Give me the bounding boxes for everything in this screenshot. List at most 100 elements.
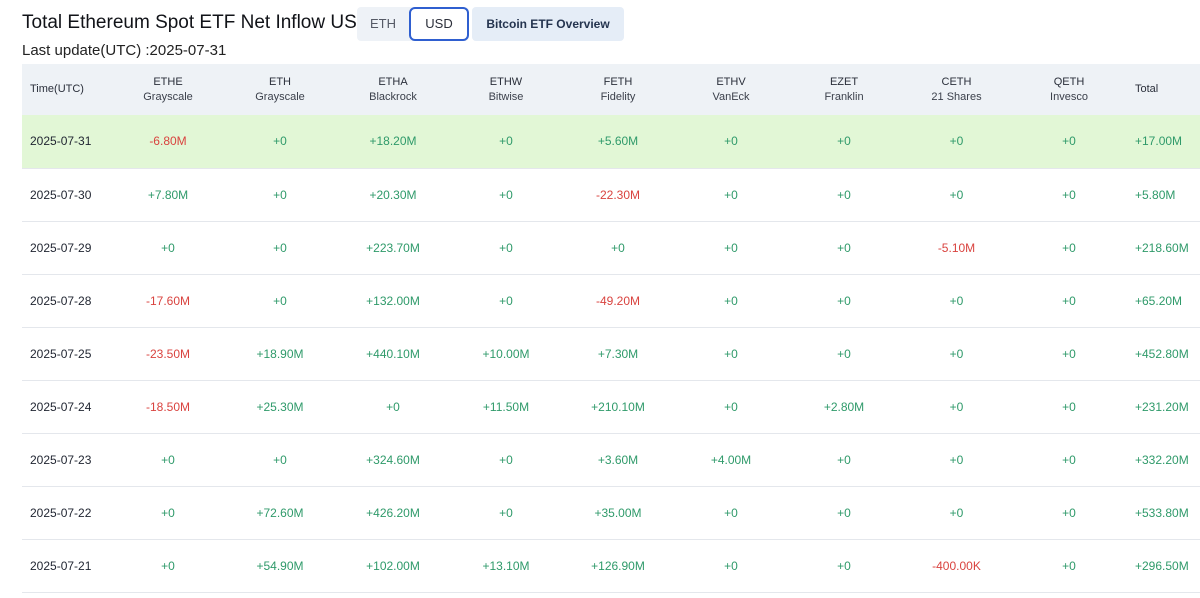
- column-issuer: Franklin: [824, 90, 864, 103]
- column-issuer: 21 Shares: [931, 90, 982, 103]
- flow-cell: +0: [837, 134, 851, 149]
- flow-cell: +426.20M: [366, 505, 420, 520]
- flow-cell: +0: [837, 505, 851, 520]
- flow-cell: +0: [386, 399, 400, 414]
- flow-cell: +0: [837, 558, 851, 573]
- flow-cell: +0: [1062, 558, 1076, 573]
- column-issuer: VanEck: [712, 90, 750, 103]
- column-header-etha: ETHA Blackrock: [336, 64, 450, 115]
- flow-cell: +0: [724, 505, 738, 520]
- flow-cell: +20.30M: [369, 187, 417, 202]
- usd-unit-button[interactable]: USD: [409, 7, 469, 41]
- eth-unit-button[interactable]: ETH: [357, 7, 409, 41]
- bitcoin-etf-overview-button[interactable]: Bitcoin ETF Overview: [472, 7, 624, 41]
- column-ticker: CETH: [941, 75, 972, 88]
- flow-cell: +0: [499, 240, 513, 255]
- row-total-cell: +5.80M: [1135, 187, 1176, 202]
- flow-cell: +0: [724, 346, 738, 361]
- flow-cell: -23.50M: [145, 346, 191, 361]
- flow-cell: +13.10M: [482, 558, 530, 573]
- table-row: 2025-07-23 +0 +0 +324.60M +0 +3.60M +4.00M +0 +0…: [22, 433, 1200, 486]
- flow-cell: +0: [724, 293, 738, 308]
- column-header-total: Total: [1125, 64, 1200, 115]
- flow-cell: -6.80M: [149, 134, 187, 149]
- flow-cell: +2.80M: [823, 399, 865, 414]
- flow-cell: +18.90M: [256, 346, 304, 361]
- table-row: 2025-07-29 +0 +0 +223.70M +0 +0 +0 +0 -5.10M +0 +2…: [22, 221, 1200, 274]
- page-title: Total Ethereum Spot ETF Net Inflow USD: [22, 12, 371, 33]
- column-issuer: Grayscale: [143, 90, 193, 103]
- flow-cell: +0: [499, 134, 513, 149]
- table-row: 2025-07-25 -23.50M +18.90M +440.10M +10.00M +…: [22, 327, 1200, 380]
- unit-toggle-group: ETH USD: [357, 7, 469, 41]
- flow-cell: +0: [161, 558, 175, 573]
- flow-cell: +0: [724, 399, 738, 414]
- flow-cell: +0: [724, 240, 738, 255]
- row-total-cell: +452.80M: [1135, 346, 1189, 361]
- flow-cell: +0: [1062, 187, 1076, 202]
- flow-cell: +0: [1062, 240, 1076, 255]
- column-ticker: ETHE: [153, 75, 183, 88]
- flow-cell: +0: [1062, 346, 1076, 361]
- table-row: 2025-07-30 +7.80M +0 +20.30M +0 -22.30M +0 +0 +0…: [22, 168, 1200, 221]
- flow-cell: +0: [161, 240, 175, 255]
- table-row: 2025-07-22 +0 +72.60M +426.20M +0 +35.00M +0 +0…: [22, 486, 1200, 539]
- flow-cell: +0: [1062, 134, 1076, 149]
- column-header-feth: FETH Fidelity: [562, 64, 674, 115]
- flow-cell: +4.00M: [710, 452, 752, 467]
- column-ticker: Total: [1135, 83, 1159, 95]
- flow-cell: +0: [1062, 399, 1076, 414]
- column-header-time-utc: Time(UTC): [22, 64, 112, 115]
- row-date: 2025-07-21: [30, 558, 92, 573]
- flow-cell: +0: [161, 452, 175, 467]
- flow-cell: +223.70M: [366, 240, 420, 255]
- column-header-ezet: EZET Franklin: [788, 64, 900, 115]
- column-ticker: FETH: [603, 75, 633, 88]
- row-total-cell: +296.50M: [1135, 558, 1189, 573]
- table-body: 2025-07-31 -6.80M +0 +18.20M +0 +5.60M +0 +0 +0 +…: [22, 115, 1200, 592]
- flow-cell: +324.60M: [366, 452, 420, 467]
- row-date: 2025-07-29: [30, 240, 92, 255]
- flow-cell: -5.10M: [937, 240, 976, 255]
- row-total-cell: +17.00M: [1135, 134, 1183, 149]
- column-header-qeth: QETH Invesco: [1013, 64, 1125, 115]
- row-total-cell: +332.20M: [1135, 452, 1189, 467]
- page-header: Total Ethereum Spot ETF Net Inflow USD L…: [0, 0, 1200, 64]
- flow-cell: +0: [949, 293, 964, 308]
- table-header-row: Time(UTC) ETHE Grayscale ETH Grayscale ETHA Bl…: [22, 64, 1200, 115]
- flow-cell: +10.00M: [482, 346, 530, 361]
- column-ticker: ETH: [269, 75, 291, 88]
- flow-cell: +0: [273, 134, 287, 149]
- flow-cell: +0: [273, 452, 287, 467]
- row-date: 2025-07-25: [30, 346, 92, 361]
- flow-cell: +0: [1062, 293, 1076, 308]
- flow-cell: +0: [161, 505, 175, 520]
- column-header-eth: ETH Grayscale: [224, 64, 336, 115]
- flow-cell: +25.30M: [256, 399, 304, 414]
- flow-cell: +440.10M: [366, 346, 420, 361]
- flow-cell: +0: [724, 134, 738, 149]
- column-header-ethw: ETHW Bitwise: [450, 64, 562, 115]
- column-header-ethe: ETHE Grayscale: [112, 64, 224, 115]
- flow-cell: +3.60M: [597, 452, 639, 467]
- flow-cell: +210.10M: [591, 399, 645, 414]
- flow-cell: +0: [499, 505, 513, 520]
- column-issuer: Fidelity: [600, 90, 636, 103]
- row-date: 2025-07-24: [30, 399, 92, 414]
- flow-cell: +11.50M: [482, 399, 530, 414]
- column-ticker: ETHV: [716, 75, 746, 88]
- last-update-text: Last update(UTC) :2025-07-31: [22, 42, 227, 59]
- row-date: 2025-07-31: [30, 134, 92, 149]
- flow-cell: +0: [949, 452, 964, 467]
- flow-cell: +72.60M: [256, 505, 304, 520]
- flow-cell: +5.60M: [597, 134, 639, 149]
- table-row: 2025-07-24 -18.50M +25.30M +0 +11.50M +210.10…: [22, 380, 1200, 433]
- flow-cell: +0: [273, 187, 287, 202]
- flow-cell: +7.30M: [597, 346, 639, 361]
- flow-cell: +7.80M: [147, 187, 189, 202]
- flow-cell: +0: [949, 134, 964, 149]
- column-ticker: ETHA: [378, 75, 408, 88]
- column-ticker: Time(UTC): [30, 83, 84, 95]
- flow-cell: +0: [949, 187, 964, 202]
- flow-cell: +0: [949, 346, 964, 361]
